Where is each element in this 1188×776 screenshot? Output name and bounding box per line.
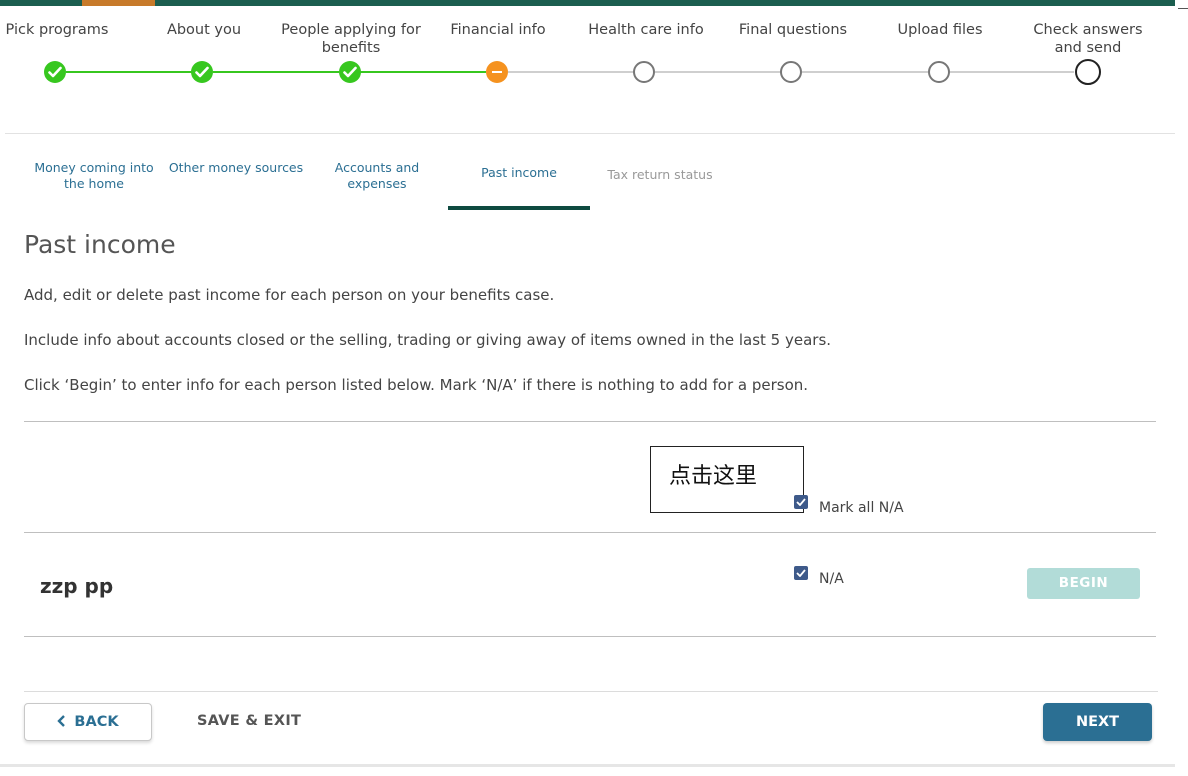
step-connector bbox=[66, 71, 192, 73]
step-pending-circle-icon bbox=[780, 61, 802, 83]
subtab-other-money-sources[interactable]: Other money sources bbox=[165, 160, 307, 176]
subtab-tax-return-status: Tax return status bbox=[607, 167, 713, 182]
step-connector bbox=[802, 71, 928, 73]
step-pending-circle-icon bbox=[928, 61, 950, 83]
mark-all-na-label[interactable]: Mark all N/A bbox=[819, 500, 904, 516]
stepper-divider bbox=[5, 133, 1175, 134]
person-na-checkbox[interactable] bbox=[794, 566, 808, 580]
step-complete-check-icon[interactable] bbox=[339, 61, 361, 83]
section-divider bbox=[24, 636, 1156, 637]
person-na-label[interactable]: N/A bbox=[819, 571, 844, 587]
section-divider bbox=[24, 532, 1156, 533]
step-label-about-you: About you bbox=[166, 22, 242, 38]
step-label-financial-info: Financial info bbox=[450, 22, 546, 38]
section-divider bbox=[24, 421, 1156, 422]
subtab-money-coming-into-home[interactable]: Money coming into the home bbox=[23, 160, 165, 192]
begin-hint-text: Click ‘Begin’ to enter info for each per… bbox=[24, 376, 809, 394]
begin-button[interactable]: BEGIN bbox=[1027, 568, 1140, 599]
step-current-icon[interactable] bbox=[486, 61, 508, 83]
next-button[interactable]: NEXT bbox=[1043, 703, 1152, 741]
step-connector bbox=[360, 71, 486, 73]
footer-divider bbox=[24, 691, 1158, 692]
chevron-left-icon bbox=[57, 704, 66, 740]
back-button[interactable]: BACK bbox=[24, 703, 152, 741]
subtab-past-income[interactable]: Past income bbox=[448, 165, 590, 181]
subtab-accounts-and-expenses[interactable]: Accounts and expenses bbox=[306, 160, 448, 192]
step-complete-check-icon[interactable] bbox=[191, 61, 213, 83]
footer-shadow bbox=[0, 764, 1175, 767]
annotation-callout: 点击这里 bbox=[650, 446, 804, 513]
step-connector bbox=[655, 71, 781, 73]
step-label-upload-files: Upload files bbox=[897, 22, 983, 38]
page-title: Past income bbox=[24, 230, 176, 259]
step-label-pick-programs: Pick programs bbox=[5, 22, 109, 38]
back-button-label: BACK bbox=[74, 714, 119, 730]
step-label-check-answers: Check answers and send bbox=[1033, 22, 1143, 56]
instructions-text: Include info about accounts closed or th… bbox=[24, 331, 832, 349]
active-subtab-indicator bbox=[448, 206, 590, 210]
step-connector bbox=[950, 71, 1074, 73]
save-and-exit-link[interactable]: SAVE & EXIT bbox=[197, 713, 301, 729]
step-label-people-applying: People applying for benefits bbox=[281, 22, 421, 56]
progress-stepper: Pick programs About you People applying … bbox=[0, 0, 1175, 100]
step-connector bbox=[508, 71, 634, 73]
person-name: zzp pp bbox=[40, 574, 114, 598]
annotation-text: 点击这里 bbox=[669, 464, 758, 489]
step-connector bbox=[213, 71, 339, 73]
intro-text: Add, edit or delete past income for each… bbox=[24, 286, 555, 304]
mark-all-na-checkbox[interactable] bbox=[794, 495, 808, 509]
step-pending-circle-icon bbox=[633, 61, 655, 83]
top-right-tick bbox=[1178, 8, 1188, 9]
step-complete-check-icon[interactable] bbox=[44, 61, 66, 83]
step-label-final-questions: Final questions bbox=[738, 22, 848, 38]
step-final-circle-icon bbox=[1075, 59, 1101, 85]
step-label-health-care-info: Health care info bbox=[588, 22, 704, 38]
